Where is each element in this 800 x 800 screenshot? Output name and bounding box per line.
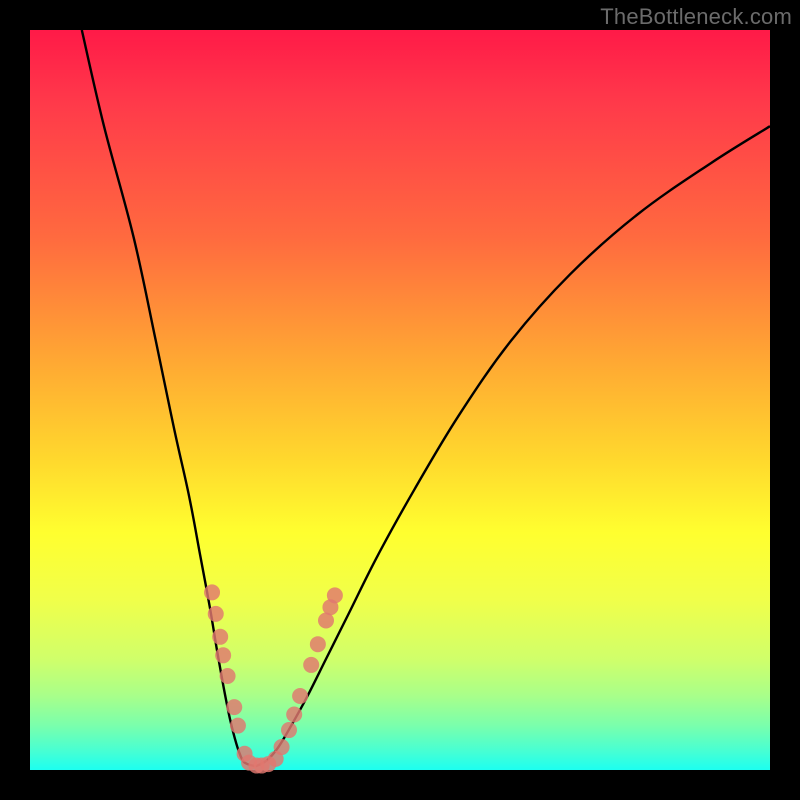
highlight-dots: [204, 584, 343, 773]
highlight-dot: [220, 668, 236, 684]
highlight-dot: [281, 722, 297, 738]
highlight-dot: [215, 647, 231, 663]
highlight-dot: [310, 636, 326, 652]
highlight-dot: [226, 699, 242, 715]
highlight-dot: [274, 739, 290, 755]
highlight-dot: [327, 587, 343, 603]
highlight-dot: [303, 657, 319, 673]
plot-area: [30, 30, 770, 770]
highlight-dot: [286, 707, 302, 723]
highlight-dot: [204, 584, 220, 600]
watermark-text: TheBottleneck.com: [600, 4, 792, 30]
highlight-dot: [292, 688, 308, 704]
highlight-dot: [212, 629, 228, 645]
chart-svg: [30, 30, 770, 770]
chart-frame: TheBottleneck.com: [0, 0, 800, 800]
highlight-dot: [208, 606, 224, 622]
curve-right-branch: [256, 126, 770, 766]
highlight-dot: [230, 718, 246, 734]
